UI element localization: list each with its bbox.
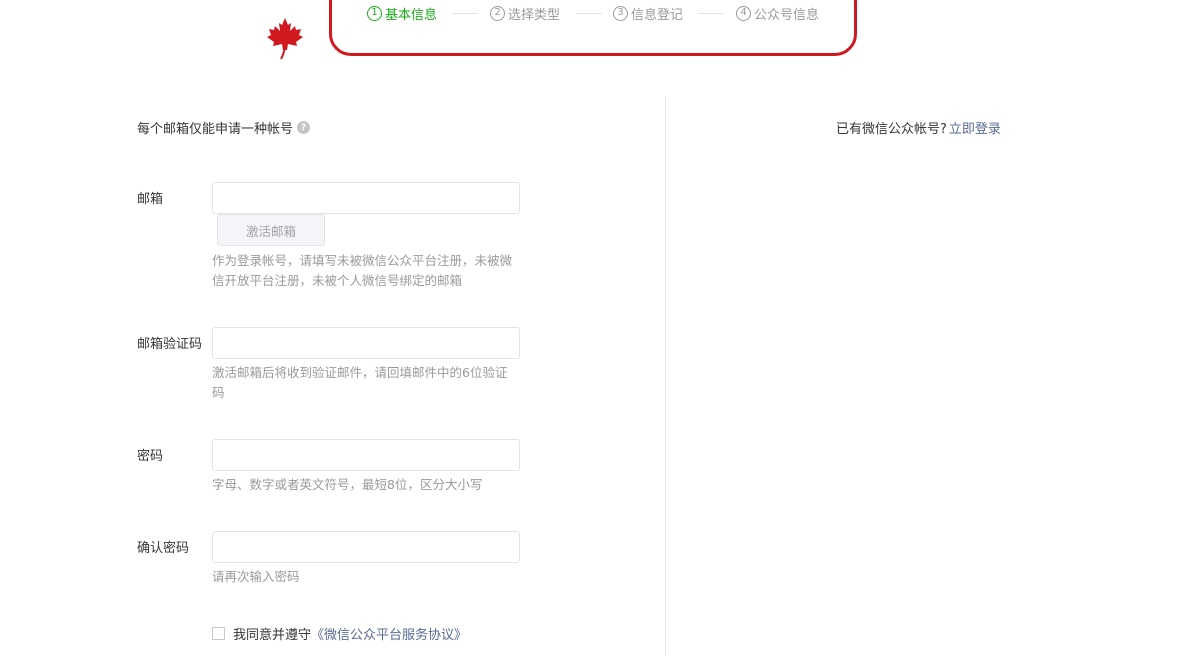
step-select-type: 2 选择类型 (490, 4, 561, 23)
step-label: 选择类型 (508, 7, 561, 23)
login-link[interactable]: 立即登录 (949, 122, 1001, 137)
verification-code-field[interactable] (212, 327, 520, 359)
password-field[interactable] (212, 439, 520, 471)
agreement-row: 我同意并遵守 《微信公众平台服务协议》 (212, 624, 467, 643)
step-connector (698, 13, 724, 14)
agreement-checkbox[interactable] (212, 627, 225, 640)
step-label: 信息登记 (631, 7, 684, 23)
column-divider (665, 96, 666, 656)
email-field[interactable] (212, 182, 520, 214)
activate-email-button[interactable]: 激活邮箱 (217, 214, 325, 246)
step-number: 1 (367, 5, 382, 21)
code-tip: 激活邮箱后将收到验证邮件，请回填邮件中的6位验证码 (212, 365, 508, 400)
confirm-password-field[interactable] (212, 531, 520, 563)
login-hint-text: 已有微信公众帐号? (836, 122, 947, 137)
step-label: 公众号信息 (754, 7, 820, 23)
step-number: 4 (736, 5, 751, 21)
step-info-register: 3 信息登记 (613, 4, 684, 23)
step-basic-info: 1 基本信息 (367, 4, 438, 23)
account-notice: 每个邮箱仅能申请一种帐号 ? (137, 118, 311, 137)
step-connector (576, 13, 602, 14)
step-account-info: 4 公众号信息 (736, 4, 820, 23)
step-indicator: 1 基本信息 2 选择类型 3 信息登记 4 公众号信息 (0, 0, 1189, 28)
agreement-text: 我同意并遵守 (233, 628, 312, 643)
login-hint: 已有微信公众帐号? 立即登录 (836, 118, 1001, 137)
password-tip: 字母、数字或者英文符号，最短8位，区分大小写 (212, 477, 483, 492)
password-label: 密码 (137, 449, 164, 464)
notice-text: 每个邮箱仅能申请一种帐号 (137, 122, 294, 137)
help-icon[interactable]: ? (297, 121, 311, 134)
service-agreement-link[interactable]: 《微信公众平台服务协议》 (311, 624, 467, 643)
confirm-password-label: 确认密码 (137, 541, 190, 556)
step-number: 3 (613, 5, 628, 21)
email-label: 邮箱 (137, 192, 164, 207)
step-connector (452, 13, 478, 14)
code-label: 邮箱验证码 (137, 337, 203, 352)
step-number: 2 (490, 5, 505, 21)
confirm-password-tip: 请再次输入密码 (212, 569, 300, 584)
step-label: 基本信息 (385, 7, 438, 23)
email-tip: 作为登录帐号，请填写未被微信公众平台注册，未被微信开放平台注册，未被个人微信号绑… (212, 253, 513, 288)
